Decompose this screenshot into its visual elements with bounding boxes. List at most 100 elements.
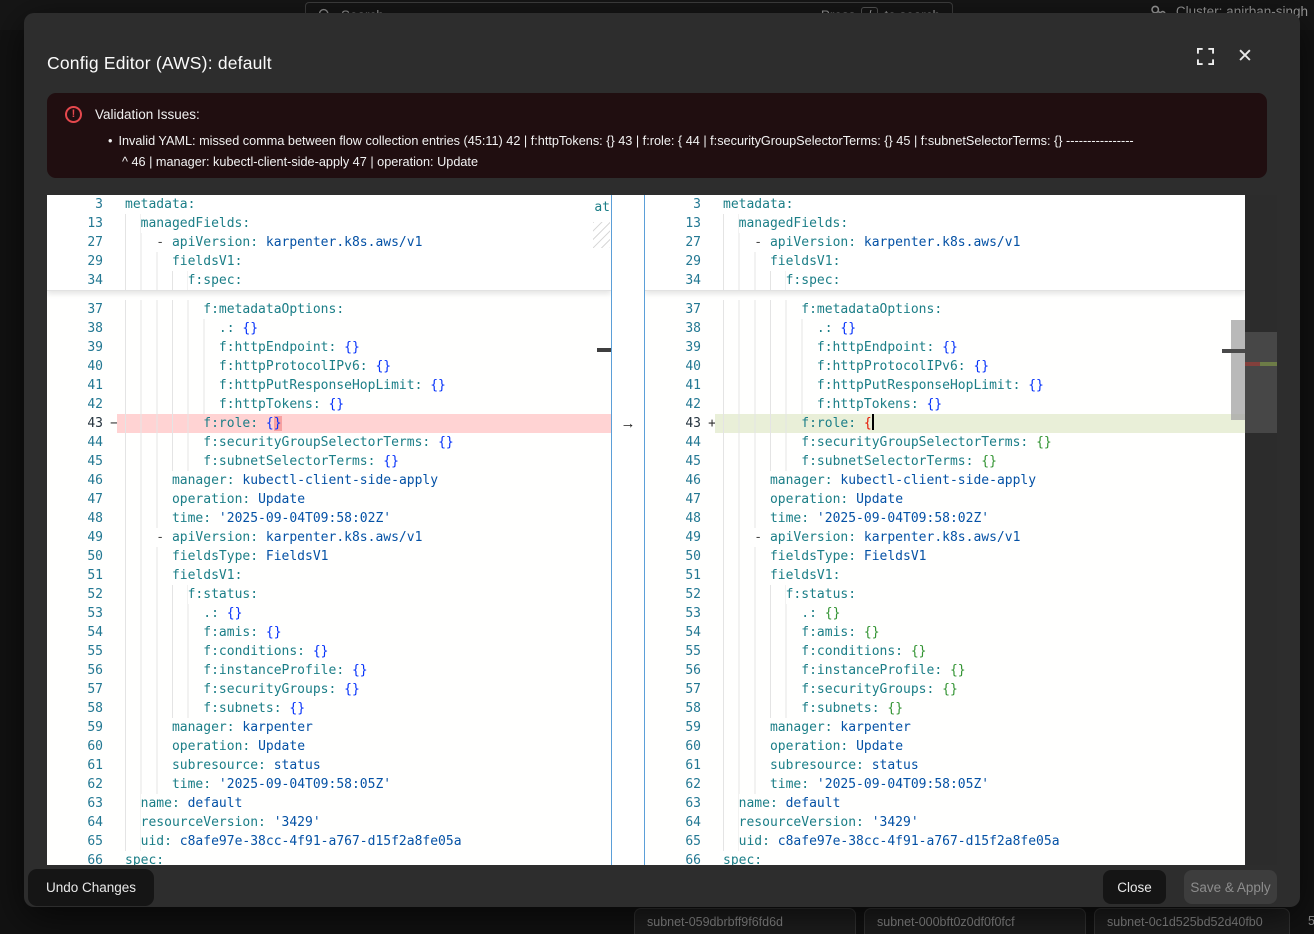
code-line[interactable]: 60 operation: Update — [47, 737, 611, 756]
line-number: 47 — [47, 490, 103, 509]
close-button[interactable]: Close — [1103, 870, 1166, 904]
diff-marker — [103, 832, 125, 851]
line-number: 54 — [645, 623, 701, 642]
code-line[interactable]: 37 f:metadataOptions: — [645, 300, 1245, 319]
code-line[interactable]: 54 f:amis: {} — [645, 623, 1245, 642]
code-line[interactable]: 62 time: '2025-09-04T09:58:05Z' — [645, 775, 1245, 794]
diff-editor-modified[interactable]: 37 f:metadataOptions:38 .: {}39 f:httpEn… — [645, 195, 1245, 865]
code-line[interactable]: 3metadata: — [645, 195, 1245, 214]
code-line[interactable]: 51 fieldsV1: — [645, 566, 1245, 585]
diff-editor-original[interactable]: 37 f:metadataOptions:38 .: {}39 f:httpEn… — [47, 195, 611, 865]
fullscreen-button[interactable] — [1192, 43, 1218, 69]
code-line[interactable]: 65 uid: c8afe97e-38cc-4f91-a767-d15f2a8f… — [645, 832, 1245, 851]
diff-marker — [103, 794, 125, 813]
code-line[interactable]: 56 f:instanceProfile: {} — [47, 661, 611, 680]
code-text: f:instanceProfile: {} — [125, 661, 611, 680]
code-line[interactable]: 45 f:subnetSelectorTerms: {} — [645, 452, 1245, 471]
code-line[interactable]: 63 name: default — [645, 794, 1245, 813]
code-line[interactable]: 61 subresource: status — [645, 756, 1245, 775]
code-line[interactable]: 43− f:role: {} — [47, 414, 611, 433]
code-line[interactable]: 44 f:securityGroupSelectorTerms: {} — [47, 433, 611, 452]
code-line[interactable]: 45 f:subnetSelectorTerms: {} — [47, 452, 611, 471]
code-line[interactable]: 60 operation: Update — [645, 737, 1245, 756]
code-line[interactable]: 39 f:httpEndpoint: {} — [645, 338, 1245, 357]
code-line[interactable]: 55 f:conditions: {} — [47, 642, 611, 661]
undo-changes-button[interactable]: Undo Changes — [28, 869, 154, 906]
table-cell-subnet[interactable]: subnet-0c1d525bd52d40fb0 — [1094, 908, 1290, 934]
code-line[interactable]: 64 resourceVersion: '3429' — [645, 813, 1245, 832]
code-line[interactable]: 50 fieldsType: FieldsV1 — [645, 547, 1245, 566]
code-line[interactable]: 3metadata: — [47, 195, 611, 214]
code-line[interactable]: 59 manager: karpenter — [645, 718, 1245, 737]
code-line[interactable]: 46 manager: kubectl-client-side-apply — [645, 471, 1245, 490]
code-line[interactable]: 52 f:status: — [645, 585, 1245, 604]
code-line[interactable]: 38 .: {} — [47, 319, 611, 338]
code-line[interactable]: 27 - apiVersion: karpenter.k8s.aws/v1 — [645, 233, 1245, 252]
code-line[interactable]: 46 manager: kubectl-client-side-apply — [47, 471, 611, 490]
code-line[interactable]: 34 f:spec: — [645, 271, 1245, 290]
scrollbar-slider[interactable] — [1231, 320, 1245, 420]
code-line[interactable]: 42 f:httpTokens: {} — [645, 395, 1245, 414]
diff-marker — [103, 357, 125, 376]
code-line[interactable]: 49 - apiVersion: karpenter.k8s.aws/v1 — [645, 528, 1245, 547]
code-line[interactable]: 54 f:amis: {} — [47, 623, 611, 642]
table-cell-subnet[interactable]: subnet-059dbrbff9f6fd6d — [634, 908, 856, 934]
close-dialog-button[interactable]: ✕ — [1232, 43, 1258, 69]
code-line[interactable]: 62 time: '2025-09-04T09:58:05Z' — [47, 775, 611, 794]
code-line[interactable]: 57 f:securityGroups: {} — [645, 680, 1245, 699]
code-line[interactable]: 64 resourceVersion: '3429' — [47, 813, 611, 832]
code-text: manager: karpenter — [125, 718, 611, 737]
code-line[interactable]: 53 .: {} — [645, 604, 1245, 623]
diff-overview-ruler[interactable] — [1245, 195, 1277, 865]
line-number: 42 — [645, 395, 701, 414]
code-line[interactable]: 41 f:httpPutResponseHopLimit: {} — [47, 376, 611, 395]
code-line[interactable]: 51 fieldsV1: — [47, 566, 611, 585]
code-line[interactable]: 59 manager: karpenter — [47, 718, 611, 737]
code-line[interactable]: 56 f:instanceProfile: {} — [645, 661, 1245, 680]
code-line[interactable]: 13 managedFields: — [47, 214, 611, 233]
code-line[interactable]: 48 time: '2025-09-04T09:58:02Z' — [47, 509, 611, 528]
code-line[interactable]: 39 f:httpEndpoint: {} — [47, 338, 611, 357]
code-line[interactable]: 66spec: — [645, 851, 1245, 865]
code-line[interactable]: 66spec: — [47, 851, 611, 865]
code-line[interactable]: 58 f:subnets: {} — [645, 699, 1245, 718]
overview-added-mark — [1260, 362, 1277, 366]
code-line[interactable]: 48 time: '2025-09-04T09:58:02Z' — [645, 509, 1245, 528]
code-line[interactable]: 61 subresource: status — [47, 756, 611, 775]
code-line[interactable]: 63 name: default — [47, 794, 611, 813]
line-number: 48 — [47, 509, 103, 528]
diff-marker — [701, 528, 723, 547]
code-line[interactable]: 47 operation: Update — [645, 490, 1245, 509]
table-cell-subnet[interactable]: subnet-000bft0z0df0f0fcf — [864, 908, 1086, 934]
code-line[interactable]: 50 fieldsType: FieldsV1 — [47, 547, 611, 566]
code-line[interactable]: 57 f:securityGroups: {} — [47, 680, 611, 699]
revert-change-arrow-icon[interactable]: → — [612, 414, 644, 433]
code-line[interactable]: 37 f:metadataOptions: — [47, 300, 611, 319]
code-line[interactable]: 53 .: {} — [47, 604, 611, 623]
code-text: name: default — [125, 794, 611, 813]
code-line[interactable]: 52 f:status: — [47, 585, 611, 604]
code-line[interactable]: 43+ f:role: { — [645, 414, 1245, 433]
code-line[interactable]: 40 f:httpProtocolIPv6: {} — [645, 357, 1245, 376]
code-line[interactable]: 34 f:spec: — [47, 271, 611, 290]
code-text: f:conditions: {} — [723, 642, 1245, 661]
code-text: f:httpEndpoint: {} — [125, 338, 611, 357]
code-line[interactable]: 29 fieldsV1: — [645, 252, 1245, 271]
code-line[interactable]: 58 f:subnets: {} — [47, 699, 611, 718]
code-line[interactable]: 44 f:securityGroupSelectorTerms: {} — [645, 433, 1245, 452]
code-text: metadata: — [125, 195, 611, 214]
code-line[interactable]: 65 uid: c8afe97e-38cc-4f91-a767-d15f2a8f… — [47, 832, 611, 851]
overview-viewport[interactable] — [1245, 332, 1277, 433]
code-line[interactable]: 42 f:httpTokens: {} — [47, 395, 611, 414]
code-line[interactable]: 41 f:httpPutResponseHopLimit: {} — [645, 376, 1245, 395]
code-line[interactable]: 27 - apiVersion: karpenter.k8s.aws/v1 — [47, 233, 611, 252]
code-line[interactable]: 40 f:httpProtocolIPv6: {} — [47, 357, 611, 376]
line-number: 52 — [47, 585, 103, 604]
save-apply-button[interactable]: Save & Apply — [1184, 870, 1277, 904]
code-line[interactable]: 13 managedFields: — [645, 214, 1245, 233]
code-line[interactable]: 29 fieldsV1: — [47, 252, 611, 271]
code-line[interactable]: 47 operation: Update — [47, 490, 611, 509]
code-line[interactable]: 38 .: {} — [645, 319, 1245, 338]
code-line[interactable]: 55 f:conditions: {} — [645, 642, 1245, 661]
code-line[interactable]: 49 - apiVersion: karpenter.k8s.aws/v1 — [47, 528, 611, 547]
